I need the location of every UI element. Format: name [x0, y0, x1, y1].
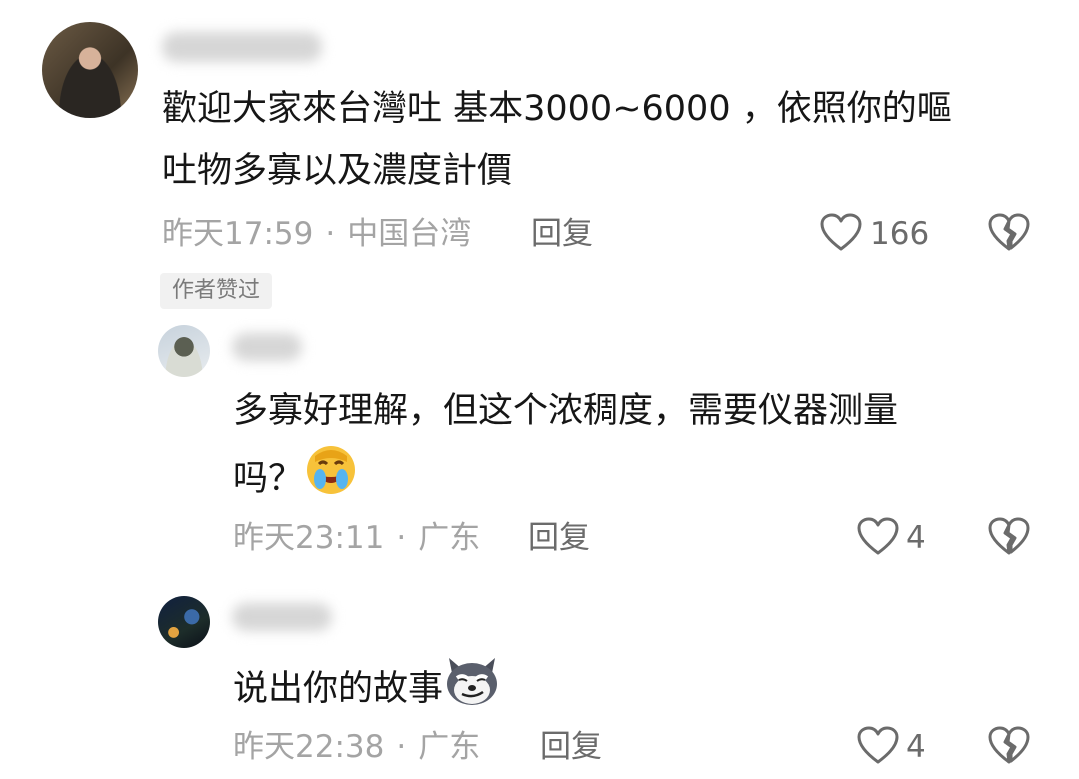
- comment-location: 中国台湾: [347, 216, 472, 252]
- comment-text: 多寡好理解，但这个浓稠度，需要仪器测量 吗？: [233, 380, 1033, 504]
- comment-time: 昨天22:38: [233, 729, 385, 765]
- meta-separator: ·: [396, 729, 407, 765]
- comment-text: 歡迎大家來台灣吐 基本3000~6000 ，依照你的嘔 吐物多寡以及濃度計價: [162, 78, 1062, 202]
- comment-text-fragment: 吗？: [233, 459, 304, 499]
- comment-meta: 昨天22:38 · 广东: [233, 727, 480, 767]
- comment-time: 昨天23:11: [233, 520, 385, 556]
- meta-separator: ·: [396, 520, 407, 556]
- comment-meta: 昨天17:59 · 中国台湾: [162, 214, 471, 254]
- meta-separator: ·: [325, 216, 336, 252]
- author-liked-badge: 作者赞过: [160, 273, 273, 309]
- comment-location: 广东: [418, 729, 481, 765]
- comment-text-line: 说出你的故事: [233, 669, 444, 709]
- like-count: 4: [906, 520, 926, 556]
- comment-text-line: 多寡好理解，但这个浓稠度，需要仪器测量: [233, 391, 899, 431]
- username-blurred[interactable]: [232, 603, 332, 631]
- commenter-avatar[interactable]: [158, 325, 210, 377]
- comment-time: 昨天17:59: [162, 216, 314, 252]
- comment-text-line: 吗？: [233, 442, 1033, 504]
- broken-heart-icon[interactable]: [988, 213, 1030, 253]
- comment-text: 说出你的故事: [233, 652, 1033, 728]
- smirking-husky-emoji-icon: [443, 652, 501, 728]
- username-blurred[interactable]: [162, 32, 322, 62]
- broken-heart-icon[interactable]: [988, 517, 1030, 557]
- commenter-avatar[interactable]: [158, 596, 210, 648]
- comment-location: 广东: [418, 520, 481, 556]
- comment-meta: 昨天23:11 · 广东: [233, 518, 480, 558]
- reply-button[interactable]: 回复: [531, 214, 593, 254]
- comment-text-line: 歡迎大家來台灣吐 基本3000~6000 ，依照你的嘔: [162, 89, 952, 129]
- like-count: 4: [906, 729, 926, 765]
- heart-outline-icon[interactable]: [820, 213, 862, 253]
- reply-button[interactable]: 回复: [528, 518, 590, 558]
- username-blurred[interactable]: [232, 333, 302, 361]
- reply-button[interactable]: 回复: [540, 727, 602, 767]
- laughing-crying-emoji-icon: [303, 442, 359, 518]
- comment-text-line: 吐物多寡以及濃度計價: [162, 151, 513, 191]
- broken-heart-icon[interactable]: [988, 726, 1030, 766]
- heart-outline-icon[interactable]: [857, 517, 899, 557]
- commenter-avatar[interactable]: [42, 22, 138, 118]
- like-count: 166: [870, 216, 930, 252]
- heart-outline-icon[interactable]: [857, 726, 899, 766]
